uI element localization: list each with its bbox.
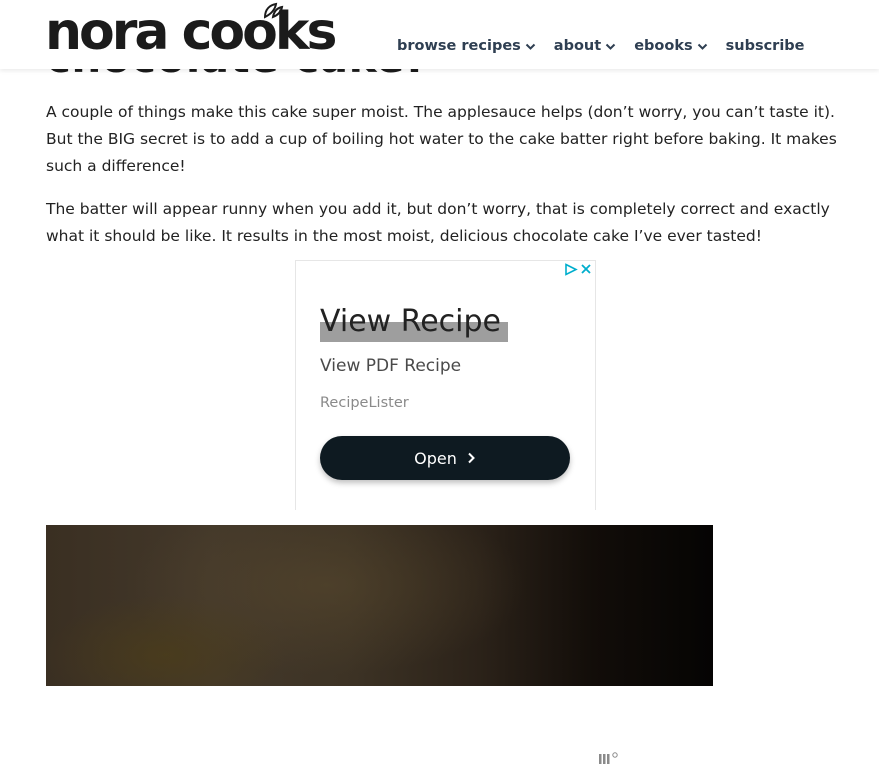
nav-about-label: about xyxy=(553,38,602,54)
site-logo[interactable]: nora cooks xyxy=(45,2,351,62)
article-paragraph: The batter will appear runny when you ad… xyxy=(46,200,830,245)
chevron-down-icon xyxy=(525,43,536,50)
main-nav: browse recipes about ebooks subscribe xyxy=(397,36,805,56)
ad-title: View Recipe xyxy=(320,304,502,339)
adchoices-icon[interactable] xyxy=(564,263,578,276)
chevron-right-icon xyxy=(468,452,475,464)
chocolate-cake-photo xyxy=(46,525,713,686)
leaf-icon xyxy=(263,2,284,19)
nav-browse-recipes-label: browse recipes xyxy=(397,38,521,54)
chevron-down-icon xyxy=(605,43,616,50)
ad-open-label: Open xyxy=(414,448,457,468)
nav-ebooks[interactable]: ebooks xyxy=(634,38,707,54)
ad-subtitle: View PDF Recipe xyxy=(320,356,462,376)
close-icon[interactable] xyxy=(580,263,592,275)
nav-subscribe[interactable]: subscribe xyxy=(726,38,805,54)
chevron-down-icon xyxy=(697,43,707,50)
site-header: nora cooks browse recipes about ebooks s… xyxy=(0,0,879,69)
logo-wordmark: nora cooks xyxy=(45,2,337,62)
nav-about[interactable]: about xyxy=(554,38,616,54)
nav-subscribe-label: subscribe xyxy=(725,38,805,54)
article-paragraph: A couple of things make this cake super … xyxy=(46,103,837,175)
nav-browse-recipes[interactable]: browse recipes xyxy=(397,38,536,54)
ad-open-button[interactable]: Open xyxy=(320,436,570,480)
ad-title-block[interactable]: View Recipe xyxy=(320,301,508,343)
ad-network-mark-icon[interactable] xyxy=(598,750,620,766)
article-body: A couple of things make this cake super … xyxy=(46,99,841,266)
nav-ebooks-label: ebooks xyxy=(634,38,693,54)
ad-unit[interactable]: View Recipe View PDF Recipe RecipeLister… xyxy=(295,260,618,764)
ad-brand: RecipeLister xyxy=(320,395,409,411)
